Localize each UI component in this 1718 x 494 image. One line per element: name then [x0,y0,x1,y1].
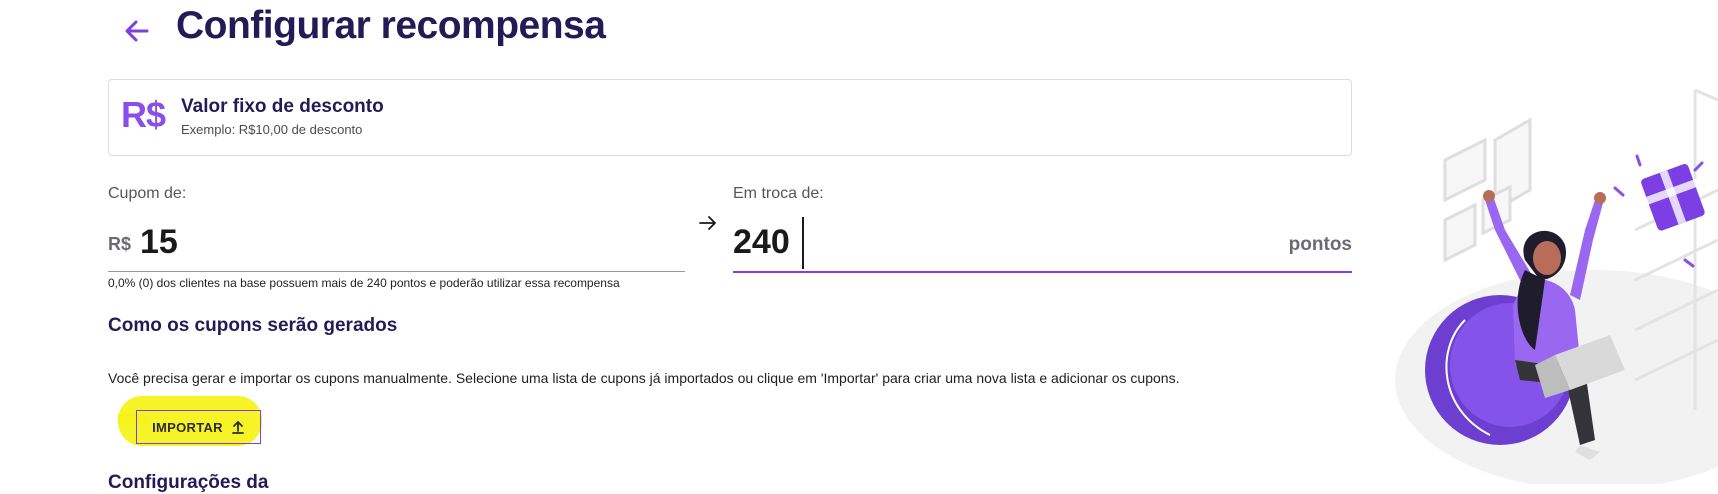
coupon-label: Cupom de: [108,185,187,202]
generation-description: Você precisa gerar e importar os cupons … [108,370,1180,386]
import-button-label: IMPORTAR [152,419,223,435]
reward-type-example: Exemplo: R$10,00 de desconto [181,122,363,137]
points-value[interactable]: 240 [733,223,790,262]
currency-icon: R$ [121,94,166,135]
import-button[interactable]: IMPORTAR [136,410,261,444]
page-title: Configurar recompensa [176,4,606,47]
reward-type-title: Valor fixo de desconto [181,96,384,117]
currency-prefix: R$ [108,234,132,254]
reward-type-card[interactable]: R$ Valor fixo de desconto Exemplo: R$10,… [108,79,1352,156]
arrow-right-icon [699,216,716,230]
upload-icon [231,421,244,434]
section-title-generation: Como os cupons serão gerados [108,315,398,336]
points-suffix: pontos [1288,234,1352,255]
coupon-value-field[interactable]: R$ 15 [108,215,685,272]
coupon-value[interactable]: 15 [140,223,178,262]
points-value-field[interactable]: 240 pontos [733,215,1352,273]
helper-text: 0,0% (0) dos clientes na base possuem ma… [108,276,620,290]
back-arrow-icon[interactable] [120,14,154,48]
woman-with-gift-illustration [1395,88,1718,484]
exchange-label: Em troca de: [733,185,824,202]
section-title-next: Configurações da [108,472,269,493]
text-caret [802,217,804,269]
